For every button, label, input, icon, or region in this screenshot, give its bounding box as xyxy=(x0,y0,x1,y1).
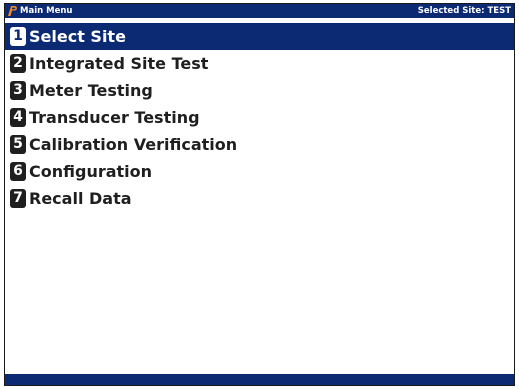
menu-item-label: Integrated Site Test xyxy=(29,54,209,73)
menu-number-badge: 4 xyxy=(10,108,26,127)
window-title: Main Menu xyxy=(20,6,73,16)
selected-site-status: Selected Site: TEST xyxy=(417,6,511,16)
menu-item-calibration-verification[interactable]: 5 Calibration Verification xyxy=(5,131,514,158)
menu-number-badge: 1 xyxy=(10,27,26,46)
menu-number-badge: 3 xyxy=(10,81,26,100)
menu-item-label: Select Site xyxy=(29,27,126,46)
menu-item-select-site[interactable]: 1 Select Site xyxy=(5,23,514,50)
title-bar: Main Menu Selected Site: TEST xyxy=(5,4,514,18)
menu-item-label: Configuration xyxy=(29,162,153,181)
p-logo-icon xyxy=(8,6,17,16)
menu-item-label: Transducer Testing xyxy=(29,108,200,127)
menu-number-badge: 2 xyxy=(10,54,26,73)
menu-number-badge: 7 xyxy=(10,189,26,208)
main-menu-window: Main Menu Selected Site: TEST 1 Select S… xyxy=(4,3,515,386)
menu-item-label: Meter Testing xyxy=(29,81,153,100)
menu-item-integrated-site-test[interactable]: 2 Integrated Site Test xyxy=(5,50,514,77)
menu-number-badge: 5 xyxy=(10,135,26,154)
menu-item-label: Calibration Verification xyxy=(29,135,238,154)
bottom-status-bar xyxy=(5,374,514,385)
menu-item-transducer-testing[interactable]: 4 Transducer Testing xyxy=(5,104,514,131)
menu-item-configuration[interactable]: 6 Configuration xyxy=(5,158,514,185)
main-menu-list: 1 Select Site 2 Integrated Site Test 3 M… xyxy=(5,23,514,212)
menu-item-meter-testing[interactable]: 3 Meter Testing xyxy=(5,77,514,104)
menu-number-badge: 6 xyxy=(10,162,26,181)
menu-item-label: Recall Data xyxy=(29,189,132,208)
menu-item-recall-data[interactable]: 7 Recall Data xyxy=(5,185,514,212)
